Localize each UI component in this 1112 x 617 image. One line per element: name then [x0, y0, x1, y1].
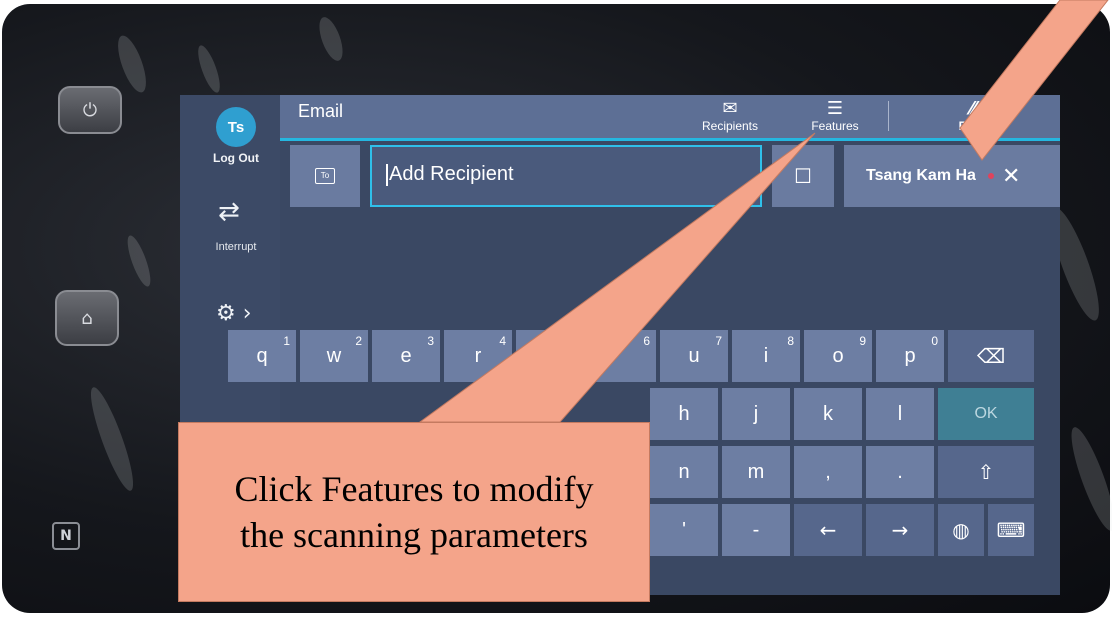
key-comma[interactable]: ,	[794, 446, 862, 498]
features-button[interactable]: ☰ Features	[800, 98, 870, 134]
backspace-key[interactable]: ⌫	[948, 330, 1034, 382]
key-e[interactable]: e3	[372, 330, 440, 382]
backspace-icon: ⌫	[976, 344, 1006, 368]
key-n[interactable]: n	[650, 446, 718, 498]
key-y[interactable]: 6	[588, 330, 656, 382]
keyboard-icon: ⌨	[996, 518, 1026, 542]
envelope-icon: ✉	[722, 98, 738, 119]
arrow-right-icon: →	[891, 518, 909, 542]
shift-key[interactable]: ⇧	[938, 446, 1034, 498]
logout-label[interactable]: Log Out	[202, 151, 270, 165]
reflection	[1063, 423, 1112, 535]
key-t[interactable]	[516, 330, 584, 382]
to-icon: To	[315, 168, 335, 184]
reflection	[83, 383, 141, 495]
interrupt-icon[interactable]: ⇄	[218, 197, 240, 227]
recipients-button[interactable]: ✉ Recipients	[690, 98, 770, 134]
add-recipient-input[interactable]: Add Recipient	[370, 145, 762, 207]
recipients-label: Recipients	[701, 119, 759, 133]
key-hyphen[interactable]: -	[722, 504, 790, 556]
arrow-left-icon: ←	[819, 518, 837, 542]
key-r[interactable]: r4	[444, 330, 512, 382]
user-avatar[interactable]: Ts	[216, 107, 256, 147]
nfc-icon: N	[52, 522, 80, 550]
reflection	[112, 32, 152, 96]
reset-button[interactable]: ⁄⁄ Rese	[938, 98, 1008, 134]
recipient-chip[interactable]: Tsang Kam Ha ✕	[844, 145, 1060, 207]
reflection	[314, 14, 348, 64]
key-period[interactable]: .	[866, 446, 934, 498]
key-j[interactable]: j	[722, 388, 790, 440]
key-h[interactable]: h	[650, 388, 718, 440]
language-key[interactable]: ◍	[938, 504, 984, 556]
header-divider	[888, 101, 889, 131]
address-book-icon: ☐	[794, 164, 812, 188]
interrupt-label[interactable]: Interrupt	[198, 241, 274, 253]
arrow-left-key[interactable]: ←	[794, 504, 862, 556]
key-o[interactable]: o9	[804, 330, 872, 382]
key-w[interactable]: w2	[300, 330, 368, 382]
add-recipient-text: Add Recipient	[389, 163, 514, 185]
key-p[interactable]: p0	[876, 330, 944, 382]
ok-key[interactable]: OK	[938, 388, 1034, 440]
key-l[interactable]: l	[866, 388, 934, 440]
to-button[interactable]: To	[290, 145, 360, 207]
text-caret	[386, 163, 388, 186]
remove-recipient-icon[interactable]: ✕	[1002, 164, 1020, 189]
features-label: Features	[811, 119, 859, 133]
reflection	[193, 43, 225, 95]
sliders-icon: ☰	[826, 98, 844, 119]
status-dot	[987, 173, 994, 179]
key-i[interactable]: i8	[732, 330, 800, 382]
settings-gear-icon[interactable]: ⚙ ›	[216, 301, 252, 326]
hide-keyboard-key[interactable]: ⌨	[988, 504, 1034, 556]
instruction-callout: Click Features to modify the scanning pa…	[178, 422, 650, 602]
app-title: Email	[298, 101, 344, 121]
callout-line-2: the scanning parameters	[240, 515, 588, 555]
key-k[interactable]: k	[794, 388, 862, 440]
power-button[interactable]: ⏻	[58, 86, 122, 134]
header-accent-line	[280, 138, 1060, 141]
recipient-name: Tsang Kam Ha	[866, 167, 976, 184]
shift-icon: ⇧	[977, 460, 995, 484]
key-apostrophe[interactable]: '	[650, 504, 718, 556]
reset-icon: ⁄⁄	[969, 98, 976, 119]
reflection	[123, 233, 155, 289]
key-q[interactable]: q1	[228, 330, 296, 382]
key-u[interactable]: u7	[660, 330, 728, 382]
photo-frame: ⏻ ⌂ N Ts Log Out ⇄ Interrupt ⚙ › Email ✉…	[0, 0, 1112, 617]
key-m[interactable]: m	[722, 446, 790, 498]
globe-icon: ◍	[952, 518, 970, 542]
address-book-button[interactable]: ☐	[772, 145, 834, 207]
reset-label: Rese	[958, 119, 988, 133]
arrow-right-key[interactable]: →	[866, 504, 934, 556]
home-button[interactable]: ⌂	[55, 290, 119, 346]
callout-line-1: Click Features to modify	[234, 469, 594, 509]
